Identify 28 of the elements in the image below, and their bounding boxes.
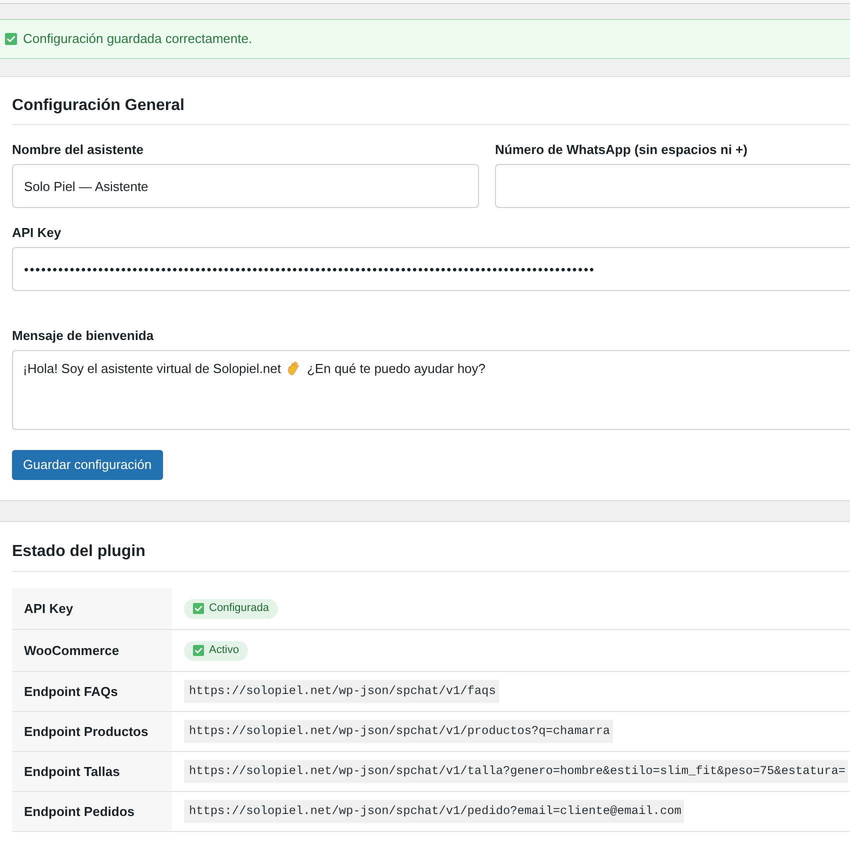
checkbox-check-icon: [193, 603, 204, 614]
status-badge: Activo: [184, 640, 248, 660]
status-label-cell: Endpoint FAQs: [12, 672, 172, 711]
section-heading: Estado del plugin: [12, 542, 850, 572]
field-label: Mensaje de bienvenida: [12, 327, 155, 345]
status-badge: Configurada: [184, 598, 278, 618]
field-label: Nombre del asistente: [12, 141, 144, 159]
status-label-cell: Endpoint Productos: [12, 712, 172, 751]
save-settings-button[interactable]: Guardar configuración: [12, 450, 163, 480]
endpoint-url: https://solopiel.net/wp-json/spchat/v1/talla?genero=hombre&estilo=slim_fit&peso=75&estatura=: [184, 760, 848, 784]
status-label-cell: WooCommerce: [12, 630, 172, 671]
section-heading: Configuración General: [12, 96, 850, 125]
endpoint-url: https://solopiel.net/wp-json/spchat/v1/productos?q=chamarra: [184, 720, 613, 744]
password-input-field[interactable]: ••••••••••••••••••••••••••••••••••••••••••••••••••••••••••••••••••••••••••••••••••••••••••••••••••••: [12, 247, 850, 291]
checkbox-check-icon: [193, 645, 204, 656]
status-label-cell: Endpoint Pedidos: [12, 792, 172, 831]
text-input-field[interactable]: Solo Piel — Asistente: [12, 164, 479, 208]
field-label: Número de WhatsApp (sin espacios ni +): [495, 141, 748, 159]
notice-text: Configuración guardada correctamente.: [23, 30, 252, 48]
waving-hand-icon: [286, 360, 302, 376]
textarea-field[interactable]: ¡Hola! Soy el asistente virtual de Solopiel.net ¿En qué te puedo ayudar hoy?: [12, 350, 850, 430]
status-label-cell: Endpoint Tallas: [12, 752, 172, 791]
endpoint-url: https://solopiel.net/wp-json/spchat/v1/pedido?email=cliente@email.com: [184, 800, 684, 824]
checkbox-check-icon: [5, 33, 17, 45]
endpoint-url: https://solopiel.net/wp-json/spchat/v1/faqs: [184, 680, 499, 704]
text-input-field[interactable]: [495, 164, 850, 208]
status-label-cell: API Key: [12, 588, 172, 629]
field-label: API Key: [12, 224, 62, 242]
